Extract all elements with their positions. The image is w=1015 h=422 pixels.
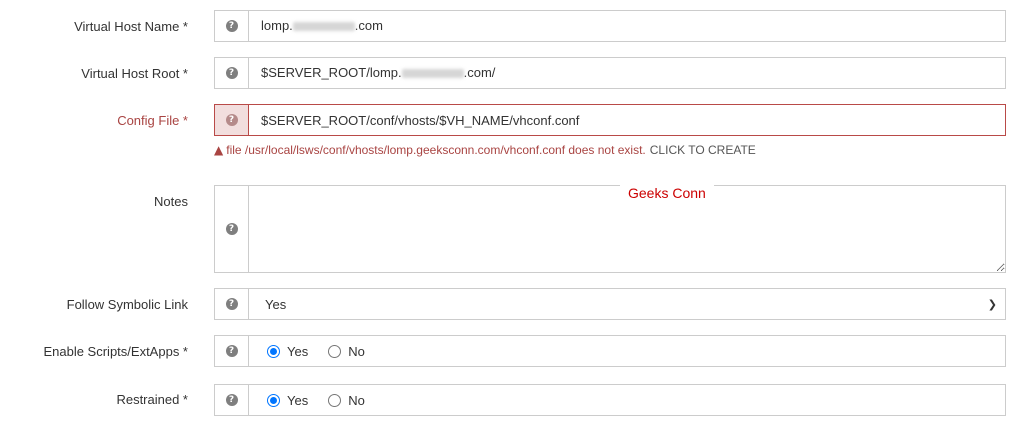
row-virtual-host-root: Virtual Host Root * ? $SERVER_ROOT/lomp.…	[0, 57, 1015, 89]
question-circle-icon: ?	[225, 67, 238, 79]
virtual-host-name-label: Virtual Host Name *	[74, 19, 188, 34]
notes-help-button[interactable]: ?	[214, 185, 249, 273]
virtual-host-name-value-suffix: .com	[354, 18, 383, 33]
restrained-radio-group: Yes No	[249, 384, 1006, 416]
restrained-no-label[interactable]: No	[348, 393, 365, 408]
virtual-host-root-value-suffix: .com/	[463, 65, 496, 80]
config-file-error-text: file /usr/local/lsws/conf/vhosts/lomp.ge…	[226, 143, 646, 157]
row-virtual-host-name: Virtual Host Name * ? lomp. .com	[0, 10, 1015, 42]
enable-scripts-label: Enable Scripts/ExtApps *	[43, 344, 188, 359]
row-follow-symbolic-link: Follow Symbolic Link ? Yes ❯	[0, 288, 1015, 320]
follow-symbolic-link-select[interactable]: Yes ❯	[249, 288, 1006, 320]
question-circle-icon: ?	[225, 223, 238, 235]
click-to-create-link[interactable]: CLICK TO CREATE	[650, 143, 756, 157]
follow-symbolic-link-help-button[interactable]: ?	[214, 288, 249, 320]
virtual-host-name-input[interactable]: lomp. .com	[249, 10, 1006, 42]
virtual-host-root-label: Virtual Host Root *	[81, 66, 188, 81]
enable-scripts-yes-radio[interactable]	[267, 344, 280, 358]
redacted-text	[401, 69, 464, 79]
question-circle-icon: ?	[225, 345, 238, 357]
follow-symbolic-link-selected: Yes	[265, 296, 287, 312]
redacted-text	[292, 22, 355, 32]
enable-scripts-help-button[interactable]: ?	[214, 335, 249, 367]
restrained-yes-label[interactable]: Yes	[287, 393, 308, 408]
virtual-host-root-help-button[interactable]: ?	[214, 57, 249, 89]
warning-triangle-icon: ▲	[214, 143, 224, 157]
question-circle-icon: ?	[225, 298, 238, 310]
row-notes: Notes ?	[0, 185, 1015, 273]
virtual-host-root-value-prefix: $SERVER_ROOT/lomp.	[261, 65, 402, 80]
row-enable-scripts: Enable Scripts/ExtApps * ? Yes No	[0, 335, 1015, 367]
row-restrained: Restrained * ? Yes No	[0, 384, 1015, 416]
restrained-no-radio[interactable]	[328, 393, 342, 407]
notes-label: Notes	[154, 194, 188, 209]
question-circle-icon: ?	[225, 394, 238, 406]
enable-scripts-no-radio[interactable]	[328, 344, 342, 358]
question-circle-icon: ?	[225, 20, 238, 32]
restrained-label: Restrained *	[116, 392, 188, 407]
config-file-help-button[interactable]: ?	[214, 104, 249, 136]
config-file-error-message: ▲ file /usr/local/lsws/conf/vhosts/lomp.g…	[214, 143, 756, 157]
restrained-help-button[interactable]: ?	[214, 384, 249, 416]
config-file-label: Config File *	[117, 113, 188, 128]
question-circle-icon: ?	[225, 114, 238, 126]
virtual-host-name-value-prefix: lomp.	[261, 18, 293, 33]
config-file-input[interactable]	[249, 104, 1006, 136]
watermark-text: Geeks Conn	[620, 185, 714, 201]
restrained-yes-radio[interactable]	[267, 393, 280, 407]
enable-scripts-no-label[interactable]: No	[348, 344, 365, 359]
enable-scripts-yes-label[interactable]: Yes	[287, 344, 308, 359]
virtual-host-root-input[interactable]: $SERVER_ROOT/lomp. .com/	[249, 57, 1006, 89]
virtual-host-name-help-button[interactable]: ?	[214, 10, 249, 42]
chevron-down-icon: ❯	[987, 298, 997, 311]
enable-scripts-radio-group: Yes No	[249, 335, 1006, 367]
follow-symbolic-link-label: Follow Symbolic Link	[66, 297, 188, 312]
row-config-file: Config File * ?	[0, 104, 1015, 136]
